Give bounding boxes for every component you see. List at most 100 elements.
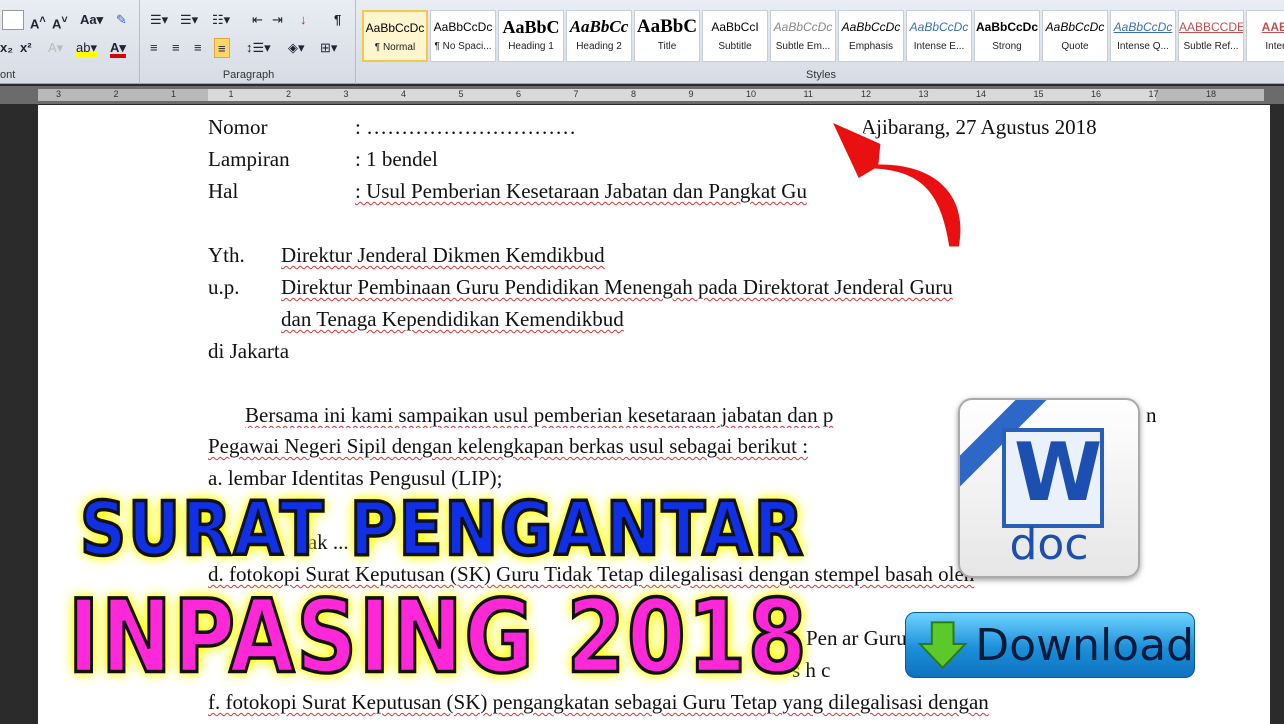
horizontal-ruler[interactable]: 3 2 1 1 2 3 4 5 6 7 8 9 10 11 12 13 14 15 16 17 18: [0, 86, 1284, 104]
style-normal[interactable]: AaBbCcDc ¶ Normal: [362, 10, 428, 62]
style-name: ¶ Normal: [374, 42, 416, 53]
ruler-tick: 7: [573, 89, 579, 99]
ruler-tick: 16: [1091, 89, 1102, 99]
sort-icon[interactable]: ↓: [300, 10, 307, 30]
style-heading-2[interactable]: AaBbCc Heading 2: [566, 10, 632, 62]
style-no-spaci[interactable]: AaBbCcDc ¶ No Spaci...: [430, 10, 496, 62]
bullets-icon[interactable]: ☰▾: [150, 10, 168, 30]
change-case-icon[interactable]: Aa▾: [80, 10, 103, 30]
ruler-tick: 10: [746, 89, 757, 99]
decrease-indent-icon[interactable]: ⇤: [252, 10, 263, 30]
lampiran-value: : 1 bendel: [355, 147, 438, 171]
highlight-icon[interactable]: ab▾: [76, 38, 97, 58]
ruler-tick: 1: [171, 89, 177, 99]
style-name: Intense Q...: [1117, 41, 1169, 52]
align-left-icon[interactable]: ≡: [150, 38, 158, 58]
style-sample: AABBCCDE: [1179, 20, 1243, 34]
style-sample: AaBbCcDc: [773, 20, 833, 34]
thumbnail-title-line-2: INPASING 2018: [66, 576, 809, 697]
style-subtitle[interactable]: AaBbCcI Subtitle: [702, 10, 768, 62]
font-color-icon[interactable]: A▾: [110, 38, 126, 58]
subscript-icon[interactable]: x₂: [0, 38, 13, 58]
download-button[interactable]: Download: [905, 612, 1195, 678]
ruler-tick: 13: [918, 89, 929, 99]
ribbon: A˄ A˅ Aa▾ ✎ x₂ x² A▾ ab▾ A▾ ont ☰▾ ☰▾ ☷▾…: [0, 0, 1284, 84]
ruler-tick: 4: [401, 89, 407, 99]
style-name: Intense E...: [913, 41, 965, 52]
paragraph-group-label: Paragraph: [222, 69, 275, 81]
align-center-icon[interactable]: ≡: [172, 38, 180, 58]
style-sample: AaBbC: [502, 17, 560, 37]
yth-value: Direktur Jenderal Dikmen Kemdikbud: [281, 243, 605, 267]
ruler-tick: 3: [343, 89, 349, 99]
style-intens[interactable]: AABB Intens: [1246, 10, 1284, 62]
red-arrow-graphic: [826, 117, 964, 250]
style-title[interactable]: AaBbC Title: [634, 10, 700, 62]
style-sample: AaBbCc: [569, 17, 629, 36]
style-name: Emphasis: [849, 41, 893, 52]
item-e-fragment-2: ar Guru: [842, 626, 907, 650]
ruler-tick: 8: [631, 89, 637, 99]
word-doc-icon: W doc: [958, 398, 1140, 578]
thumbnail-title-line-1: SURAT PENGANTAR: [78, 486, 806, 575]
up-value-2: dan Tenaga Kependidikan Kemendikbud: [281, 307, 624, 331]
download-label: Download: [975, 619, 1194, 671]
style-heading-1[interactable]: AaBbC Heading 1: [498, 10, 564, 62]
clear-formatting-icon[interactable]: ✎: [116, 10, 127, 30]
style-sample: AaBbCcDc: [975, 20, 1038, 34]
ruler-tick: 14: [976, 89, 987, 99]
ruler-tick: 1: [228, 89, 234, 99]
shrink-font-icon[interactable]: A˅: [52, 10, 68, 31]
nomor-label: Nomor: [208, 115, 268, 139]
show-formatting-icon[interactable]: ¶: [334, 10, 341, 30]
style-subtle-em[interactable]: AaBbCcDc Subtle Em...: [770, 10, 836, 62]
style-sample: AaBbCcDc: [365, 21, 425, 35]
numbering-icon[interactable]: ☰▾: [180, 10, 198, 30]
font-size-dropdown[interactable]: [2, 10, 24, 30]
style-sample: AaBbCcDc: [841, 20, 901, 34]
multilevel-list-icon[interactable]: ☷▾: [212, 10, 230, 30]
word-icon-letter: W: [1014, 426, 1103, 519]
up-label: u.p.: [208, 275, 240, 299]
borders-icon[interactable]: ⊞▾: [320, 38, 337, 58]
up-value: Direktur Pembinaan Guru Pendidikan Menen…: [281, 275, 953, 299]
style-name: Intens: [1265, 41, 1284, 52]
style-sample: AaBbCcDc: [1045, 20, 1105, 34]
ruler-tick: 2: [113, 89, 119, 99]
text-effects-icon[interactable]: A▾: [48, 38, 63, 58]
place: di Jakarta: [208, 339, 290, 363]
style-name: Title: [657, 41, 677, 52]
ruler-tick: 2: [286, 89, 292, 99]
style-emphasis[interactable]: AaBbCcDc Emphasis: [838, 10, 904, 62]
style-sample: AaBbCcI: [711, 20, 759, 34]
ruler-tick: 6: [516, 89, 522, 99]
styles-gallery: AaBbCcDc ¶ Normal AaBbCcDc ¶ No Spaci... AaB…: [362, 10, 1284, 62]
ruler-tick: 18: [1206, 89, 1217, 99]
style-intense-q[interactable]: AaBbCcDc Intense Q...: [1110, 10, 1176, 62]
increase-indent-icon[interactable]: ⇥: [272, 10, 283, 30]
ruler-tick: 5: [458, 89, 464, 99]
justify-icon[interactable]: ≡: [214, 38, 230, 58]
hal-value: : Usul Pemberian Kesetaraan Jabatan dan …: [355, 179, 807, 203]
font-group-label: ont: [0, 69, 16, 81]
style-name: Subtitle: [718, 41, 752, 52]
ruler-tick: 12: [861, 89, 872, 99]
hal-label: Hal: [208, 179, 239, 203]
style-quote[interactable]: AaBbCcDc Quote: [1042, 10, 1108, 62]
style-sample: AABB: [1261, 20, 1284, 34]
shading-icon[interactable]: ◈▾: [288, 38, 305, 58]
ruler-tick: 17: [1148, 89, 1159, 99]
lampiran-label: Lampiran: [208, 147, 290, 171]
ruler-tick: 3: [56, 89, 62, 99]
word-icon-label: doc: [1009, 519, 1089, 570]
style-name: Strong: [992, 41, 1022, 52]
grow-font-icon[interactable]: A˄: [30, 10, 46, 31]
style-strong[interactable]: AaBbCcDc Strong: [974, 10, 1040, 62]
line-spacing-icon[interactable]: ↕☰▾: [246, 38, 271, 58]
style-subtle-ref[interactable]: AABBCCDE Subtle Ref...: [1178, 10, 1244, 62]
align-right-icon[interactable]: ≡: [194, 38, 202, 58]
item-e-fragment-1: Pen: [806, 626, 838, 650]
style-name: Subtle Ref...: [1183, 41, 1239, 52]
style-intense-e[interactable]: AaBbCcDc Intense E...: [906, 10, 972, 62]
superscript-icon[interactable]: x²: [20, 38, 32, 58]
